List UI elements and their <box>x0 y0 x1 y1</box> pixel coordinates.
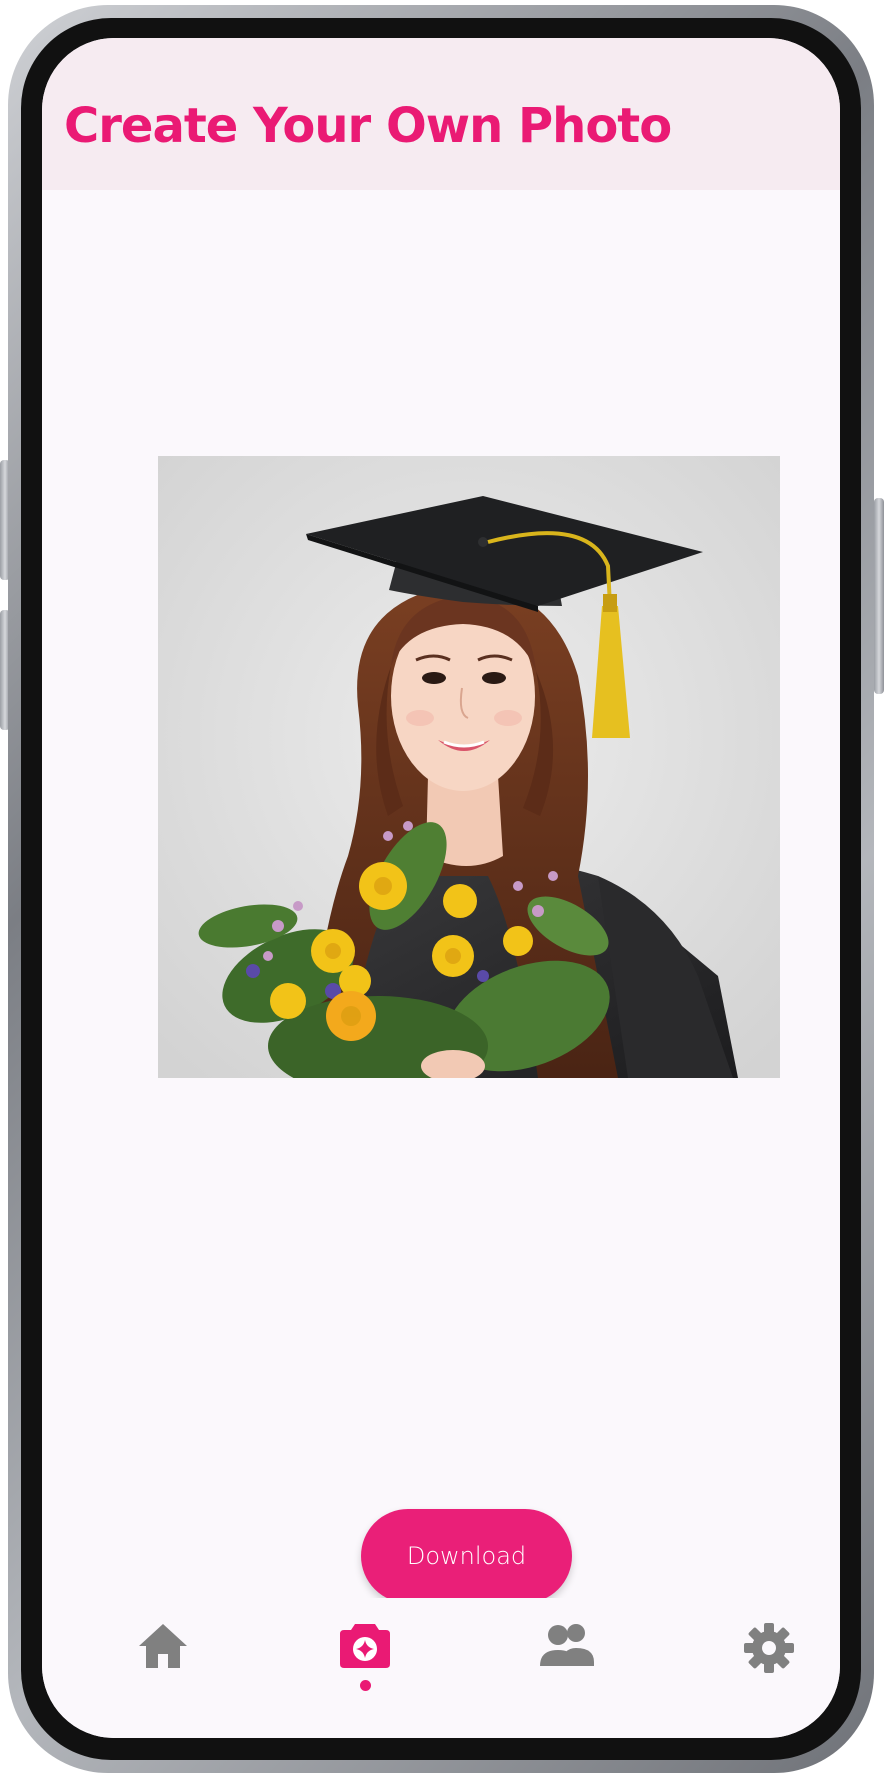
home-icon <box>139 1624 187 1668</box>
gear-icon <box>744 1623 794 1673</box>
nav-item-settings[interactable] <box>724 1622 814 1712</box>
app-header: Create Your Own Photo <box>42 38 840 190</box>
nav-item-people[interactable] <box>522 1622 612 1712</box>
app-screen: Create Your Own Photo Download <box>42 38 840 1738</box>
page-title: Create Your Own Photo <box>64 98 672 154</box>
phone-bezel: Create Your Own Photo Download <box>21 18 861 1760</box>
graduation-portrait-image <box>158 456 780 1078</box>
nav-item-create[interactable] <box>320 1622 410 1712</box>
download-button[interactable]: Download <box>361 1509 572 1603</box>
bottom-nav <box>42 1598 840 1738</box>
generated-photo <box>158 456 780 1078</box>
power-button <box>874 498 884 694</box>
phone-frame: Create Your Own Photo Download <box>8 5 874 1773</box>
active-indicator <box>359 1680 371 1691</box>
camera-icon <box>340 1624 390 1668</box>
nav-item-home[interactable] <box>118 1622 208 1712</box>
people-icon <box>540 1624 594 1666</box>
